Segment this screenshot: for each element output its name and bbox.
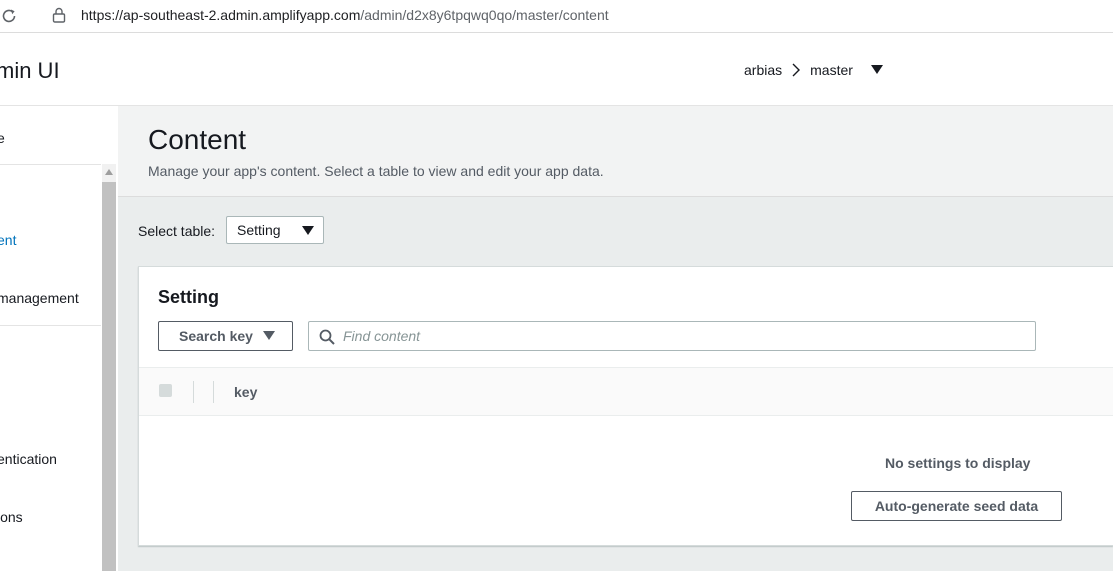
search-key-dropdown[interactable]: Search key: [158, 321, 293, 351]
breadcrumb: arbias master: [744, 62, 883, 78]
breadcrumb-app[interactable]: arbias: [744, 62, 782, 78]
sidebar-item-home[interactable]: e: [0, 130, 5, 146]
column-divider: [193, 381, 194, 403]
page-title: Content: [148, 124, 247, 155]
page-description: Manage your app's content. Select a tabl…: [148, 163, 604, 179]
url-host: https://ap-southeast-2.admin.amplifyapp.…: [81, 7, 361, 23]
caret-down-icon[interactable]: [870, 65, 883, 75]
chevron-right-icon: [792, 63, 801, 77]
find-content-input[interactable]: [343, 323, 1023, 349]
find-content-field[interactable]: [308, 321, 1036, 351]
app-title: min UI: [0, 58, 60, 83]
breadcrumb-environment[interactable]: master: [810, 62, 853, 78]
sidebar-item-user-management[interactable]: management: [0, 290, 79, 306]
url-field[interactable]: https://ap-southeast-2.admin.amplifyapp.…: [81, 7, 609, 23]
auto-generate-seed-data-button[interactable]: Auto-generate seed data: [851, 491, 1062, 521]
sidebar-item-content[interactable]: ent: [0, 232, 16, 248]
search-key-label: Search key: [179, 328, 253, 344]
sidebar: e ent management entication ions: [0, 106, 118, 571]
url-path: /admin/d2x8y6tpqwq0qo/master/content: [360, 7, 609, 23]
table-panel: Setting Search key key No settings to di…: [138, 266, 1113, 546]
select-table-value: Setting: [237, 222, 281, 238]
sidebar-divider: [0, 164, 101, 165]
reload-icon[interactable]: [0, 7, 18, 25]
select-table-label: Select table:: [138, 223, 216, 239]
column-divider: [213, 381, 214, 403]
main-content: Content Manage your app's content. Selec…: [118, 106, 1113, 571]
select-table-dropdown[interactable]: Setting: [226, 216, 324, 244]
table-header: key: [139, 367, 1113, 416]
panel-title: Setting: [158, 287, 219, 307]
caret-down-icon: [302, 226, 314, 235]
scroll-up-icon[interactable]: [105, 169, 113, 175]
sidebar-item-authentication[interactable]: entication: [0, 451, 57, 467]
lock-icon[interactable]: [52, 7, 66, 23]
column-header-key[interactable]: key: [234, 384, 257, 400]
sidebar-item-functions[interactable]: ions: [0, 509, 23, 525]
search-icon: [319, 329, 335, 345]
app-header: min UI arbias master: [0, 33, 1113, 106]
empty-state-message: No settings to display: [885, 455, 1031, 471]
browser-address-bar: https://ap-southeast-2.admin.amplifyapp.…: [0, 0, 1113, 33]
sidebar-divider: [0, 325, 101, 326]
sidebar-scrollbar-thumb[interactable]: [102, 182, 116, 571]
select-all-checkbox[interactable]: [159, 384, 172, 397]
caret-down-icon: [263, 331, 275, 340]
